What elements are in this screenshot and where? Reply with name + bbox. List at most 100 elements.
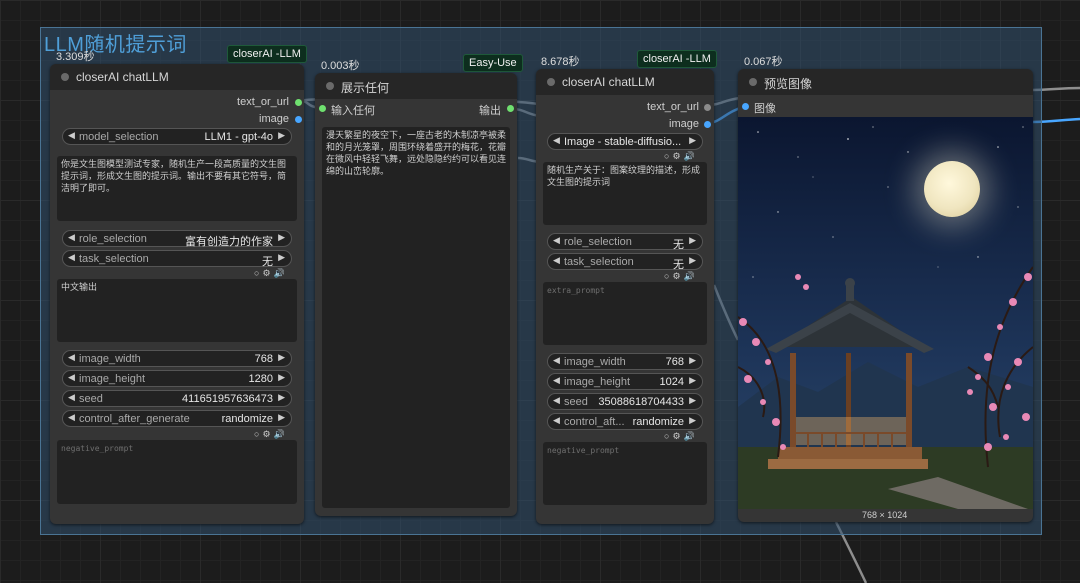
node2-header[interactable]: 展示任何 (315, 73, 517, 99)
arrow-right-icon[interactable]: ▶ (689, 355, 696, 366)
speaker-icon[interactable]: 🔊 (684, 271, 698, 281)
textarea-tools[interactable]: ○⚙🔊 (254, 429, 288, 440)
arrow-left-icon[interactable]: ◀ (68, 232, 75, 243)
task-selection-combo[interactable]: ◀ task_selection 无 ▶ (547, 253, 703, 271)
arrow-right-icon[interactable]: ▶ (689, 375, 696, 386)
gazebo-night-illustration (738, 117, 1033, 509)
node4-timer: 0.067秒 (744, 56, 783, 68)
node3-badge: closerAI -LLM (637, 50, 717, 68)
collapse-dot-icon[interactable] (547, 78, 555, 86)
widget-value: randomize (221, 413, 273, 425)
task-selection-combo[interactable]: ◀ task_selection 无 ▶ (62, 250, 292, 268)
arrow-left-icon[interactable]: ◀ (68, 252, 75, 263)
widget-value: randomize (632, 416, 684, 428)
output-image-dot[interactable] (704, 121, 711, 128)
node-preview-image[interactable]: 预览图像 图像 768 × 1024 (738, 69, 1033, 522)
preview-image[interactable] (738, 117, 1033, 509)
collapse-dot-icon[interactable] (61, 73, 69, 81)
arrow-left-icon[interactable]: ◀ (68, 130, 75, 141)
output-dot[interactable] (507, 105, 514, 112)
prompt-textarea[interactable]: 随机生产关于：图案纹理的描述，形成文生图的提示词 (543, 162, 707, 225)
output-label: 输出 (479, 105, 501, 117)
collapse-dot-icon[interactable] (326, 82, 334, 90)
arrow-right-icon[interactable]: ▶ (278, 412, 285, 423)
negative-prompt-textarea[interactable]: negative_prompt (543, 442, 707, 505)
widget-name: seed (564, 396, 588, 408)
output-text-or-url-dot[interactable] (295, 99, 302, 106)
negative-prompt-textarea[interactable]: negative_prompt (57, 440, 297, 504)
node-closerai-chatllm-2[interactable]: closerAI chatLLM text_or_url image ◀ Ima… (536, 69, 714, 524)
node1-badge: closerAI -LLM (227, 45, 307, 63)
gear-icon[interactable]: ⚙ (672, 271, 683, 281)
speaker-icon[interactable]: 🔊 (684, 431, 698, 441)
arrow-left-icon[interactable]: ◀ (553, 415, 560, 426)
widget-value: Image - stable-diffusio... (564, 136, 682, 148)
prompt-textarea[interactable]: 你是文生图模型测试专家，随机生产一段高质量的文生图提示词，形成文生图的提示词。输… (57, 156, 297, 221)
widget-name: task_selection (564, 256, 634, 268)
output-image-label: image (259, 113, 289, 125)
model-selection-combo[interactable]: ◀ model_selection LLM1 - gpt-4o ▶ (62, 128, 292, 145)
node4-header[interactable]: 预览图像 (738, 69, 1033, 95)
seed-number[interactable]: ◀ seed 411651957636473 ▶ (62, 390, 292, 407)
arrow-left-icon[interactable]: ◀ (553, 375, 560, 386)
arrow-right-icon[interactable]: ▶ (278, 392, 285, 403)
arrow-left-icon[interactable]: ◀ (68, 412, 75, 423)
node1-header[interactable]: closerAI chatLLM (50, 64, 304, 90)
image-height-number[interactable]: ◀ image_height 1280 ▶ (62, 370, 292, 387)
arrow-right-icon[interactable]: ▶ (689, 135, 696, 146)
image-width-number[interactable]: ◀ image_width 768 ▶ (547, 353, 703, 370)
arrow-right-icon[interactable]: ▶ (689, 395, 696, 406)
role-selection-combo[interactable]: ◀ role_selection 无 ▶ (547, 233, 703, 251)
gear-icon[interactable]: ⚙ (672, 431, 683, 441)
arrow-right-icon[interactable]: ▶ (278, 130, 285, 141)
image-height-number[interactable]: ◀ image_height 1024 ▶ (547, 373, 703, 390)
gear-icon[interactable]: ⚙ (262, 429, 273, 439)
arrow-left-icon[interactable]: ◀ (68, 372, 75, 383)
extra-prompt-textarea[interactable]: 中文输出 (57, 279, 297, 342)
speaker-icon[interactable]: 🔊 (274, 268, 288, 278)
widget-value: 富有创造力的作家 (185, 236, 273, 248)
control-after-generate-combo[interactable]: ◀ control_after_generate randomize ▶ (62, 410, 292, 427)
display-textarea[interactable]: 漫天繁星的夜空下，一座古老的木制凉亭被柔和的月光笼罩，周围环绕着盛开的梅花，花瓣… (322, 127, 510, 508)
textarea-tools[interactable]: ○⚙🔊 (664, 151, 698, 162)
node3-header[interactable]: closerAI chatLLM (536, 69, 714, 95)
output-text-or-url-dot[interactable] (704, 104, 711, 111)
arrow-right-icon[interactable]: ▶ (278, 372, 285, 383)
node-closerai-chatllm-1[interactable]: closerAI chatLLM text_or_url image ◀ mod… (50, 64, 304, 524)
image-width-number[interactable]: ◀ image_width 768 ▶ (62, 350, 292, 367)
seed-number[interactable]: ◀ seed 35088618704433 ▶ (547, 393, 703, 410)
arrow-right-icon[interactable]: ▶ (689, 415, 696, 426)
textarea-tools[interactable]: ○⚙🔊 (254, 268, 288, 279)
arrow-right-icon[interactable]: ▶ (278, 352, 285, 363)
widget-value: 1280 (248, 373, 273, 385)
arrow-left-icon[interactable]: ◀ (68, 392, 75, 403)
gear-icon[interactable]: ⚙ (262, 268, 273, 278)
output-image-dot[interactable] (295, 116, 302, 123)
input-image-dot[interactable] (742, 103, 749, 110)
textarea-tools[interactable]: ○⚙🔊 (664, 431, 698, 442)
collapse-dot-icon[interactable] (749, 78, 757, 86)
arrow-left-icon[interactable]: ◀ (553, 255, 560, 266)
node-show-anything[interactable]: 展示任何 输入任何 输出 漫天繁星的夜空下，一座古老的木制凉亭被柔和的月光笼罩，… (315, 73, 517, 516)
arrow-left-icon[interactable]: ◀ (553, 395, 560, 406)
arrow-left-icon[interactable]: ◀ (553, 135, 560, 146)
node1-title: closerAI chatLLM (76, 70, 169, 84)
speaker-icon[interactable]: 🔊 (274, 429, 288, 439)
arrow-left-icon[interactable]: ◀ (553, 235, 560, 246)
control-after-generate-combo[interactable]: ◀ control_aft... randomize ▶ (547, 413, 703, 430)
arrow-right-icon[interactable]: ▶ (689, 255, 696, 266)
arrow-left-icon[interactable]: ◀ (553, 355, 560, 366)
arrow-right-icon[interactable]: ▶ (278, 232, 285, 243)
textarea-tools[interactable]: ○⚙🔊 (664, 271, 698, 282)
arrow-right-icon[interactable]: ▶ (278, 252, 285, 263)
gear-icon[interactable]: ⚙ (672, 151, 683, 161)
extra-prompt-textarea[interactable]: extra_prompt (543, 282, 707, 345)
model-selection-combo[interactable]: ◀ Image - stable-diffusio... ▶ (547, 133, 703, 150)
role-selection-combo[interactable]: ◀ role_selection 富有创造力的作家 ▶ (62, 230, 292, 248)
input-anything-dot[interactable] (319, 105, 326, 112)
arrow-left-icon[interactable]: ◀ (68, 352, 75, 363)
widget-value: LLM1 - gpt-4o (204, 131, 273, 143)
widget-name: role_selection (564, 236, 632, 248)
arrow-right-icon[interactable]: ▶ (689, 235, 696, 246)
speaker-icon[interactable]: 🔊 (684, 151, 698, 161)
